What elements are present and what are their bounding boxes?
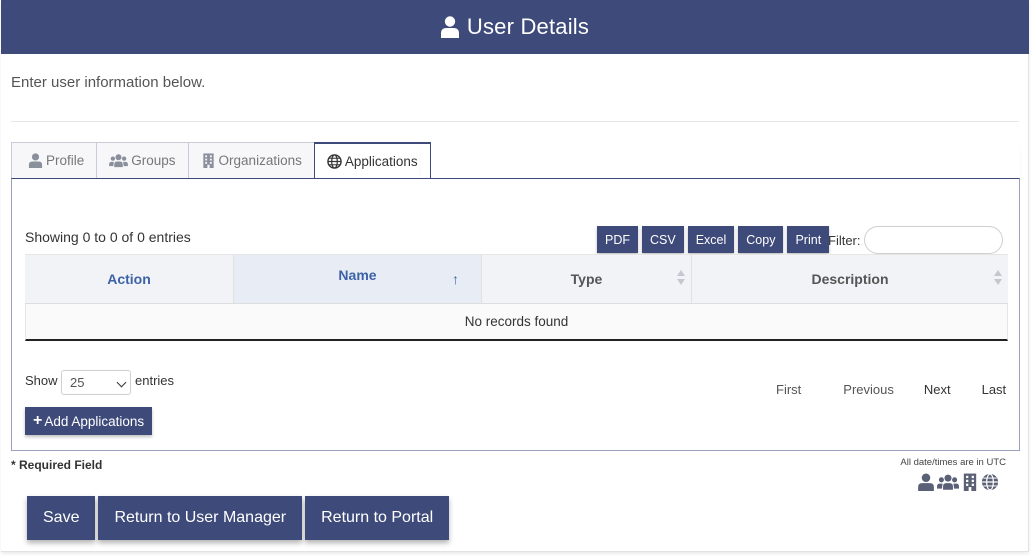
add-applications-button[interactable]: + Add Applications — [25, 407, 153, 435]
page-header: User Details — [1, 0, 1029, 54]
pagination: First Previous Next Last — [762, 382, 1006, 397]
tab-groups-label: Groups — [131, 153, 176, 168]
applications-panel: Showing 0 to 0 of 0 entries PDF CSV Exce… — [11, 178, 1020, 451]
filter-input[interactable] — [864, 226, 1003, 254]
applications-table: Action Name ↑ Type Description No record… — [25, 254, 1008, 341]
plus-icon: + — [33, 412, 43, 429]
required-field-note: * Required Field — [11, 458, 103, 472]
print-button[interactable]: Print — [787, 226, 830, 253]
return-to-portal-button[interactable]: Return to Portal — [305, 496, 450, 540]
tab-groups[interactable]: Groups — [96, 142, 188, 179]
pagination-first[interactable]: First — [776, 382, 801, 397]
building-icon — [963, 473, 977, 491]
tab-organizations[interactable]: Organizations — [187, 142, 314, 179]
column-header-type[interactable]: Type — [482, 255, 692, 303]
tab-organizations-label: Organizations — [218, 153, 302, 168]
globe-icon — [981, 473, 999, 491]
sort-icon — [994, 270, 1002, 286]
users-icon — [937, 474, 959, 490]
user-icon — [440, 16, 459, 38]
csv-button[interactable]: CSV — [642, 226, 684, 253]
legend-icons — [917, 473, 999, 491]
pagination-previous[interactable]: Previous — [843, 382, 894, 397]
tab-profile[interactable]: Profile — [11, 142, 97, 179]
save-button[interactable]: Save — [27, 496, 96, 540]
chevron-down-icon — [116, 377, 127, 388]
utc-note: All date/times are in UTC — [900, 457, 1006, 468]
filter-label: Filter: — [828, 233, 861, 248]
column-header-action[interactable]: Action — [25, 255, 234, 303]
show-label: Show — [25, 373, 58, 388]
column-header-name-label: Name — [338, 267, 377, 283]
column-header-name[interactable]: Name ↑ — [234, 255, 482, 303]
pdf-button[interactable]: PDF — [597, 226, 638, 253]
sort-asc-icon: ↑ — [452, 271, 459, 287]
pagination-last[interactable]: Last — [982, 382, 1007, 397]
app-frame: User Details Enter user information belo… — [1, 0, 1029, 552]
globe-icon — [327, 154, 342, 169]
copy-button[interactable]: Copy — [738, 226, 784, 253]
divider — [11, 121, 1019, 122]
export-buttons: PDF CSV Excel Copy Print — [597, 226, 830, 253]
add-applications-label: Add Applications — [44, 413, 145, 429]
tab-applications[interactable]: Applications — [313, 142, 431, 180]
column-header-description-label: Description — [811, 271, 889, 287]
tab-applications-label: Applications — [344, 154, 418, 169]
return-to-user-manager-button[interactable]: Return to User Manager — [98, 496, 303, 540]
table-info: Showing 0 to 0 of 0 entries — [25, 229, 191, 245]
users-icon — [109, 154, 129, 168]
column-header-description[interactable]: Description — [692, 255, 1008, 303]
intro-text: Enter user information below. — [11, 74, 206, 91]
column-header-type-label: Type — [570, 271, 603, 287]
tab-bar: Profile Groups Organizations Application… — [11, 142, 431, 180]
empty-table-message: No records found — [25, 304, 1008, 341]
building-icon — [202, 153, 214, 168]
tab-profile-label: Profile — [46, 153, 85, 168]
page-title: User Details — [466, 14, 590, 39]
page-length-value: 25 — [70, 375, 85, 390]
column-header-action-label: Action — [107, 271, 151, 287]
page-length-select[interactable]: 25 — [61, 370, 131, 395]
tab-bar-underline — [421, 142, 1020, 179]
user-icon — [918, 473, 934, 491]
user-icon — [28, 153, 43, 168]
header-title-wrap: User Details — [440, 14, 590, 40]
pagination-next[interactable]: Next — [924, 382, 951, 397]
sort-icon — [677, 270, 685, 286]
footer-buttons: Save Return to User Manager Return to Po… — [27, 496, 450, 540]
entries-label: entries — [135, 373, 175, 388]
excel-button[interactable]: Excel — [687, 226, 735, 253]
table-header: Action Name ↑ Type Description — [25, 254, 1008, 304]
